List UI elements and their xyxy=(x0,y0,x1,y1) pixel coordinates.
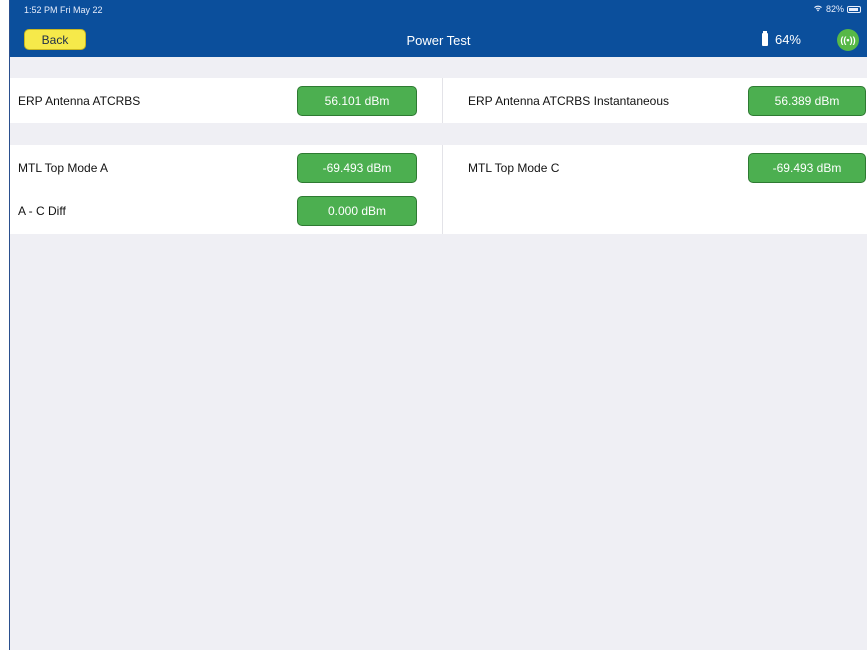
page-title: Power Test xyxy=(406,33,471,48)
top-bar: 1:52 PM Fri May 22 82% Back Power Test 6… xyxy=(10,0,867,57)
erp-antenna-value[interactable]: 56.101 dBm xyxy=(297,86,417,116)
mtl-mode-c-label: MTL Top Mode C xyxy=(468,161,560,175)
erp-antenna-instantaneous-label: ERP Antenna ATCRBS Instantaneous xyxy=(468,94,670,108)
erp-section: ERP Antenna ATCRBS 56.101 dBm ERP Antenn… xyxy=(10,78,867,123)
column-divider xyxy=(442,78,443,123)
a-c-diff-value[interactable]: 0.000 dBm xyxy=(297,196,417,226)
device-battery-status: 64% xyxy=(761,31,801,47)
status-battery-percent: 82% xyxy=(825,4,844,14)
device-battery-icon xyxy=(761,31,768,46)
signal-icon[interactable]: ((•)) xyxy=(837,29,859,51)
mtl-mode-a-label: MTL Top Mode A xyxy=(18,161,109,175)
device-battery-percent: 64% xyxy=(774,32,801,47)
a-c-diff-label: A - C Diff xyxy=(18,204,66,218)
status-time: 1:52 PM Fri May 22 xyxy=(24,5,103,15)
column-divider xyxy=(442,145,443,234)
erp-antenna-instantaneous-value[interactable]: 56.389 dBm xyxy=(748,86,866,116)
mtl-mode-a-value[interactable]: -69.493 dBm xyxy=(297,153,417,183)
mtl-mode-c-value[interactable]: -69.493 dBm xyxy=(748,153,866,183)
battery-icon xyxy=(847,5,861,13)
mtl-section: MTL Top Mode A -69.493 dBm MTL Top Mode … xyxy=(10,145,867,234)
erp-antenna-label: ERP Antenna ATCRBS xyxy=(18,94,141,108)
app-window: 1:52 PM Fri May 22 82% Back Power Test 6… xyxy=(10,0,867,650)
status-indicators: 82% xyxy=(813,4,861,14)
wifi-icon xyxy=(813,4,823,14)
